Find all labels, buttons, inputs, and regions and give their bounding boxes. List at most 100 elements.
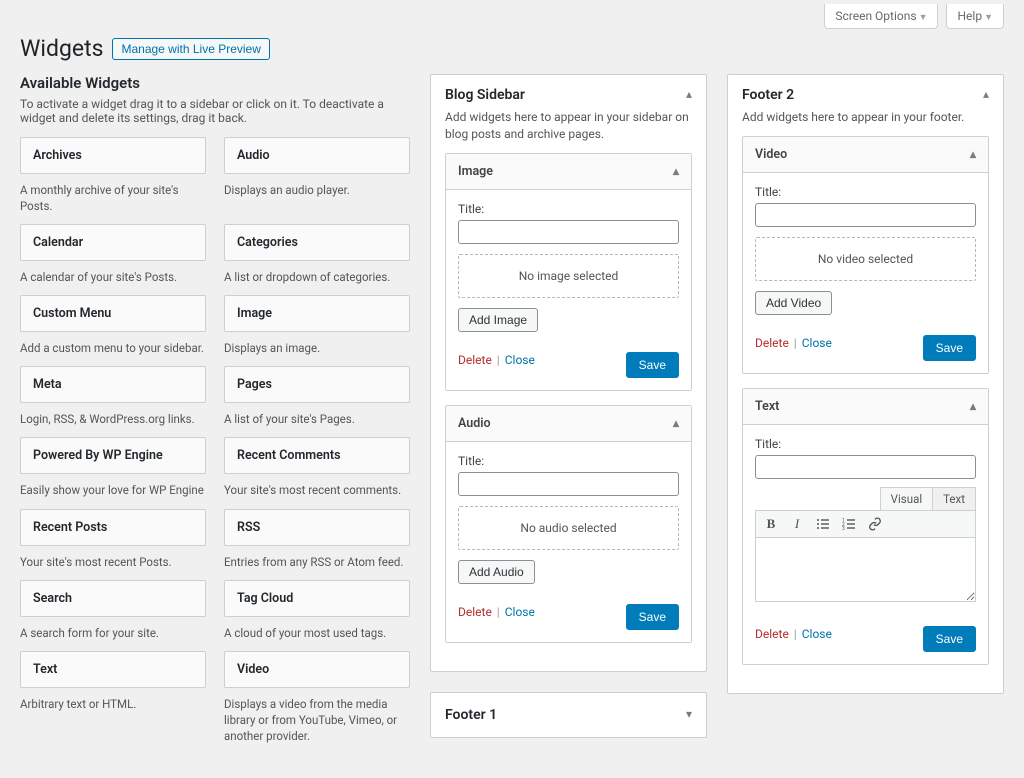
- widget-panel-video: Video ▴ Title: No video selected Add Vid…: [742, 136, 989, 374]
- widget-description: A monthly archive of your site's Posts.: [20, 182, 206, 214]
- widget-handle[interactable]: Search: [20, 580, 206, 617]
- widget-description: A calendar of your site's Posts.: [20, 269, 206, 285]
- widget-handle[interactable]: Calendar: [20, 224, 206, 261]
- editor-toolbar: B I 123: [755, 510, 976, 538]
- tab-text[interactable]: Text: [932, 487, 976, 510]
- save-button[interactable]: Save: [626, 604, 679, 630]
- widget-handle[interactable]: Recent Comments: [224, 437, 410, 474]
- add-image-button[interactable]: Add Image: [458, 308, 538, 332]
- widget-description: Add a custom menu to your sidebar.: [20, 340, 206, 356]
- link-icon[interactable]: [868, 517, 882, 531]
- available-widgets-grid: Archives A monthly archive of your site's…: [20, 137, 410, 754]
- delete-link[interactable]: Delete: [458, 605, 492, 619]
- available-widget: MetaLogin, RSS, & WordPress.org links.: [20, 366, 206, 427]
- close-link[interactable]: Close: [505, 605, 535, 619]
- widget-handle[interactable]: RSS: [224, 509, 410, 546]
- area-footer-2: Footer 2 ▴ Add widgets here to appear in…: [727, 74, 1004, 694]
- available-widget: Recent Posts Your site's most recent Post…: [20, 509, 206, 570]
- widget-handle[interactable]: Meta: [20, 366, 206, 403]
- add-audio-button[interactable]: Add Audio: [458, 560, 535, 584]
- available-widget: PagesA list of your site's Pages.: [224, 366, 410, 427]
- widget-panel-title: Text: [755, 399, 779, 414]
- widget-panel-header[interactable]: Image ▴: [446, 154, 691, 190]
- screen-options-tab[interactable]: Screen Options▼: [824, 4, 938, 29]
- available-widgets-heading: Available Widgets: [20, 74, 410, 92]
- available-widget: Recent CommentsYour site's most recent c…: [224, 437, 410, 498]
- widget-panel-title: Audio: [458, 416, 491, 431]
- italic-icon[interactable]: I: [790, 517, 804, 531]
- editor-tabs: Visual Text: [755, 487, 976, 510]
- widget-panel-text: Text ▴ Title: Visual Text B I: [742, 388, 989, 665]
- title-label: Title:: [458, 454, 679, 468]
- widget-handle[interactable]: Categories: [224, 224, 410, 261]
- widget-handle[interactable]: Audio: [224, 137, 410, 174]
- caret-down-icon: ▾: [686, 707, 692, 721]
- widget-panel-title: Video: [755, 147, 787, 162]
- widget-panel-image: Image ▴ Title: No image selected Add Ima…: [445, 153, 692, 391]
- widget-panel-header[interactable]: Text ▴: [743, 389, 988, 425]
- widget-handle[interactable]: Pages: [224, 366, 410, 403]
- available-widget: Search A search form for your site.: [20, 580, 206, 641]
- area-header-footer-1[interactable]: Footer 1 ▾: [431, 693, 706, 737]
- add-video-button[interactable]: Add Video: [755, 291, 832, 315]
- delete-link[interactable]: Delete: [458, 353, 492, 367]
- delete-link[interactable]: Delete: [755, 627, 789, 641]
- area-description: Add widgets here to appear in your foote…: [742, 109, 989, 126]
- title-label: Title:: [755, 437, 976, 451]
- close-link[interactable]: Close: [802, 336, 832, 350]
- delete-link[interactable]: Delete: [755, 336, 789, 350]
- tab-visual[interactable]: Visual: [880, 487, 933, 510]
- widget-handle[interactable]: Video: [224, 651, 410, 688]
- widget-panel-header[interactable]: Video ▴: [743, 137, 988, 173]
- widget-description: Displays an image.: [224, 340, 410, 356]
- caret-up-icon: ▴: [686, 87, 692, 101]
- title-input[interactable]: [755, 455, 976, 479]
- widget-handle[interactable]: Image: [224, 295, 410, 332]
- area-header-blog-sidebar[interactable]: Blog Sidebar ▴: [431, 75, 706, 105]
- caret-up-icon: ▴: [970, 147, 976, 161]
- available-widget: Image Displays an image.: [224, 295, 410, 356]
- save-button[interactable]: Save: [626, 352, 679, 378]
- available-widget: CategoriesA list or dropdown of categori…: [224, 224, 410, 285]
- widget-description: Easily show your love for WP Engine: [20, 482, 206, 498]
- widget-handle[interactable]: Archives: [20, 137, 206, 174]
- live-preview-button[interactable]: Manage with Live Preview: [112, 38, 269, 60]
- widget-description: Displays a video from the media library …: [224, 696, 410, 744]
- available-widget: Tag CloudA cloud of your most used tags.: [224, 580, 410, 641]
- bulleted-list-icon[interactable]: [816, 517, 830, 531]
- widget-description: Your site's most recent Posts.: [20, 554, 206, 570]
- widget-handle[interactable]: Tag Cloud: [224, 580, 410, 617]
- title-input[interactable]: [458, 472, 679, 496]
- close-link[interactable]: Close: [505, 353, 535, 367]
- media-placeholder: No image selected: [458, 254, 679, 298]
- title-input[interactable]: [755, 203, 976, 227]
- widget-panel-audio: Audio ▴ Title: No audio selected Add Aud…: [445, 405, 692, 643]
- available-widget: Calendar A calendar of your site's Posts.: [20, 224, 206, 285]
- widget-handle[interactable]: Text: [20, 651, 206, 688]
- editor-textarea[interactable]: [755, 538, 976, 602]
- close-link[interactable]: Close: [802, 627, 832, 641]
- caret-up-icon: ▴: [983, 87, 989, 101]
- numbered-list-icon[interactable]: 123: [842, 517, 856, 531]
- widget-panel-header[interactable]: Audio ▴: [446, 406, 691, 442]
- area-header-footer-2[interactable]: Footer 2 ▴: [728, 75, 1003, 105]
- screen-meta-tabs: Screen Options▼ Help▼: [20, 0, 1004, 39]
- available-widget: AudioDisplays an audio player.: [224, 137, 410, 214]
- available-widget: TextArbitrary text or HTML.: [20, 651, 206, 744]
- media-placeholder: No audio selected: [458, 506, 679, 550]
- area-title: Footer 1: [445, 707, 497, 723]
- chevron-down-icon: ▼: [919, 13, 928, 23]
- widget-handle[interactable]: Custom Menu: [20, 295, 206, 332]
- right-column: Footer 2 ▴ Add widgets here to appear in…: [727, 74, 1004, 714]
- bold-icon[interactable]: B: [764, 517, 778, 531]
- widget-handle[interactable]: Recent Posts: [20, 509, 206, 546]
- widget-description: A search form for your site.: [20, 625, 206, 641]
- help-tab[interactable]: Help▼: [946, 4, 1004, 29]
- available-widgets-column: Available Widgets To activate a widget d…: [20, 74, 410, 754]
- title-input[interactable]: [458, 220, 679, 244]
- save-button[interactable]: Save: [923, 626, 976, 652]
- caret-up-icon: ▴: [970, 399, 976, 413]
- save-button[interactable]: Save: [923, 335, 976, 361]
- widget-handle[interactable]: Powered By WP Engine: [20, 437, 206, 474]
- available-widget: Powered By WP Engine Easily show your lov…: [20, 437, 206, 498]
